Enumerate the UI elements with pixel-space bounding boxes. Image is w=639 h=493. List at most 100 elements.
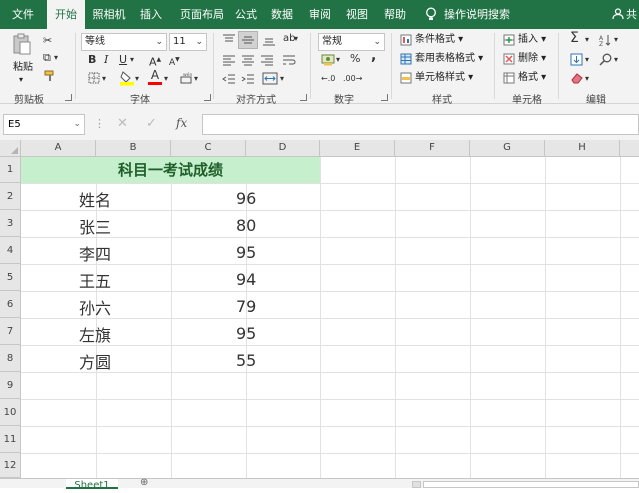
align-right-icon[interactable] (260, 54, 274, 66)
merge-dropdown-icon[interactable]: ▾ (280, 72, 284, 86)
paste-dropdown-arrow[interactable]: ▾ (19, 73, 23, 87)
column-header-c[interactable]: C (171, 140, 246, 157)
column-header-d[interactable]: D (246, 140, 320, 157)
tab-camera[interactable]: 照相机 (89, 0, 129, 29)
underline-dropdown-icon[interactable]: ▾ (130, 53, 134, 67)
accounting-format-icon[interactable] (321, 54, 335, 66)
clipboard-launcher-icon[interactable] (65, 94, 72, 101)
share-person-icon[interactable] (612, 8, 624, 20)
cell-styles-button[interactable]: 单元格样式 ▾ (415, 71, 473, 85)
fill-color-icon[interactable] (120, 70, 134, 86)
accounting-dropdown-icon[interactable]: ▾ (336, 53, 340, 67)
enter-check-icon[interactable]: ✓ (146, 116, 157, 131)
underline-button[interactable]: U (119, 53, 127, 67)
column-header-i[interactable] (620, 140, 639, 157)
font-color-dropdown-icon[interactable]: ▾ (164, 72, 168, 86)
top-align-icon[interactable] (222, 34, 236, 46)
column-header-g[interactable]: G (470, 140, 545, 157)
name-box[interactable]: E5 ⌄ (3, 114, 85, 135)
fill-dropdown-icon[interactable]: ▾ (585, 53, 589, 67)
increase-indent-icon[interactable] (241, 73, 255, 85)
insert-function-button[interactable]: fx (176, 116, 187, 130)
add-sheet-icon[interactable]: ⊕ (140, 477, 148, 489)
delete-cells-button[interactable]: 删除 ▾ (518, 52, 546, 66)
find-select-dropdown-icon[interactable]: ▾ (614, 53, 618, 67)
column-header-f[interactable]: F (395, 140, 470, 157)
align-center-icon[interactable] (241, 54, 255, 66)
increase-decimal-icon[interactable]: ←.0 (321, 72, 335, 86)
horizontal-scrollbar[interactable] (423, 481, 639, 488)
share-button[interactable]: 共 (626, 0, 639, 29)
tab-help[interactable]: 帮助 (380, 0, 410, 29)
font-size-select[interactable]: 11 ⌄ (169, 33, 207, 51)
merged-title-cell[interactable]: 科目一考试成绩 (21, 157, 320, 183)
conditional-formatting-icon[interactable] (400, 34, 412, 46)
more-options-icon[interactable]: ⋮ (94, 117, 105, 130)
cancel-icon[interactable]: ✕ (117, 116, 128, 131)
decrease-indent-icon[interactable] (222, 73, 236, 85)
tab-review[interactable]: 审阅 (305, 0, 335, 29)
copy-icon[interactable]: ⧉ (43, 51, 51, 65)
align-left-icon[interactable] (222, 54, 236, 66)
fill-color-dropdown-icon[interactable]: ▾ (135, 72, 139, 86)
tell-me-search[interactable]: 操作说明搜索 (444, 0, 514, 29)
column-header-a[interactable]: A (21, 140, 96, 157)
sort-filter-dropdown-icon[interactable]: ▾ (614, 33, 618, 47)
borders-icon[interactable] (88, 72, 100, 84)
score-cell[interactable]: 95 (236, 324, 256, 343)
select-all-corner[interactable] (0, 140, 21, 157)
row-header-5[interactable]: 5 (0, 264, 21, 291)
cell-styles-icon[interactable] (400, 72, 412, 84)
font-color-icon[interactable]: A (148, 69, 162, 86)
borders-dropdown-icon[interactable]: ▾ (102, 72, 106, 86)
percent-style-button[interactable]: % (350, 52, 360, 66)
tab-insert[interactable]: 插入 (134, 0, 168, 29)
sort-filter-icon[interactable]: AZ (599, 34, 613, 46)
phonetic-guide-icon[interactable]: wén (180, 72, 192, 84)
insert-cells-icon[interactable] (503, 34, 515, 46)
format-as-table-button[interactable]: 套用表格格式 ▾ (415, 52, 483, 66)
insert-cells-button[interactable]: 插入 ▾ (518, 33, 546, 47)
row-header-7[interactable]: 7 (0, 318, 21, 345)
format-cells-icon[interactable] (503, 72, 515, 84)
bottom-align-icon[interactable] (262, 34, 276, 46)
paste-icon[interactable] (13, 33, 31, 55)
column-header-e[interactable]: E (320, 140, 395, 157)
decrease-decimal-icon[interactable]: .00→ (343, 72, 362, 86)
tab-data[interactable]: 数据 (267, 0, 297, 29)
phonetic-dropdown-icon[interactable]: ▾ (194, 72, 198, 86)
copy-dropdown-icon[interactable]: ▾ (54, 51, 58, 65)
format-as-table-icon[interactable] (400, 53, 412, 65)
row-header-3[interactable]: 3 (0, 210, 21, 237)
row-header-2[interactable]: 2 (0, 183, 21, 210)
clear-eraser-icon[interactable] (570, 72, 583, 84)
tab-home[interactable]: 开始 (47, 0, 85, 29)
row-header-6[interactable]: 6 (0, 291, 21, 318)
name-cell[interactable]: 张三 (79, 214, 111, 238)
score-cell[interactable]: 95 (236, 243, 256, 262)
name-cell[interactable]: 左旗 (79, 322, 111, 346)
middle-align-button[interactable] (238, 31, 258, 49)
find-select-icon[interactable] (599, 53, 613, 66)
formula-input[interactable] (202, 114, 639, 135)
orientation-dropdown-icon[interactable]: ▾ (294, 32, 298, 46)
autosum-icon[interactable]: Σ (570, 31, 579, 45)
row-header-11[interactable]: 11 (0, 426, 21, 453)
score-cell[interactable]: 55 (236, 351, 256, 370)
name-cell[interactable]: 方圆 (79, 349, 111, 373)
tab-view[interactable]: 视图 (342, 0, 372, 29)
font-launcher-icon[interactable] (204, 94, 211, 101)
autosum-dropdown-icon[interactable]: ▾ (585, 33, 589, 47)
row-header-12[interactable]: 12 (0, 453, 21, 478)
conditional-formatting-button[interactable]: 条件格式 ▾ (415, 33, 463, 47)
tab-formulas[interactable]: 公式 (232, 0, 260, 29)
font-name-select[interactable]: 等线 ⌄ (81, 33, 167, 51)
column-header-h[interactable]: H (545, 140, 620, 157)
score-cell[interactable]: 80 (236, 216, 256, 235)
row-header-4[interactable]: 4 (0, 237, 21, 264)
tab-page-layout[interactable]: 页面布局 (174, 0, 230, 29)
column-header-b[interactable]: B (96, 140, 171, 157)
row-header-10[interactable]: 10 (0, 399, 21, 426)
alignment-launcher-icon[interactable] (300, 94, 307, 101)
row-header-9[interactable]: 9 (0, 372, 21, 399)
